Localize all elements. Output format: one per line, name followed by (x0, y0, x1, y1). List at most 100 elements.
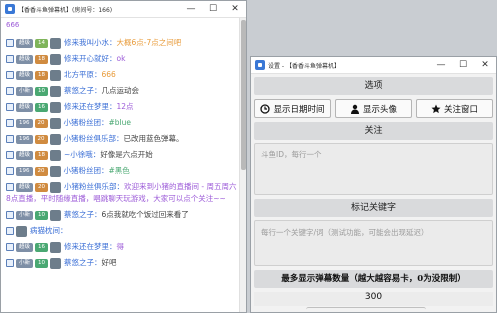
fan-level-badge: 20 (34, 166, 48, 176)
follow-window-button[interactable]: 关注窗口 (416, 99, 493, 118)
message-row: 小新 10 蔡悠之子：几点运动会 (1, 83, 241, 99)
avatar (50, 101, 62, 113)
message-row: 小新 10 蔡悠之子：6点我就吃个饭过回来看了 (1, 207, 241, 223)
message-text: 好吧 (101, 258, 117, 267)
avatar (49, 165, 61, 177)
sender-name: 蔡悠之子： (64, 86, 102, 95)
avatar (16, 225, 27, 237)
max-danmaku-input[interactable]: 300 (254, 292, 493, 306)
chat-window-title: 【香香斗鱼弹幕机】(房间号：166) (18, 6, 113, 14)
user-badge: 小新 (16, 210, 34, 220)
follow-header: 关注 (254, 122, 493, 140)
app-icon (5, 4, 15, 14)
close-button[interactable]: ✕ (224, 1, 246, 17)
scrollbar-thumb[interactable] (241, 20, 246, 170)
device-icon (6, 87, 14, 95)
follow-id-textarea[interactable]: 斗鱼ID，每行一个 (254, 143, 493, 195)
max-danmaku-header: 最多显示弹幕数量（越大越容易卡，0为没限制） (254, 270, 493, 288)
device-icon (6, 227, 14, 235)
user-badge: 超级 (16, 54, 34, 64)
user-badge: 超级 (16, 102, 34, 112)
sender-name: 修来开心就好： (64, 54, 117, 63)
message-text: 已改用蓝色弹幕。 (123, 134, 184, 143)
fan-level-badge: 20 (35, 182, 49, 192)
settings-window-title: 设置 - 【香香斗鱼弹幕机】 (268, 62, 340, 70)
user-badge: 超级 (16, 38, 34, 48)
sender-name: 北方平原： (64, 70, 102, 79)
message-text: 666 (6, 21, 20, 29)
user-badge: 超级 (16, 70, 34, 80)
fan-level-badge: 18 (35, 150, 49, 160)
fan-level-badge: 16 (35, 242, 49, 252)
user-badge: 小新 (16, 86, 34, 96)
message-row: 超级 18 修来开心就好：ok (1, 51, 241, 67)
fan-level-badge: 10 (35, 210, 49, 220)
settings-window: 设置 - 【香香斗鱼弹幕机】 — ☐ ✕ 选项 显示日期时间 显示头像 关注窗口… (250, 56, 497, 313)
maximize-button[interactable]: ☐ (452, 57, 474, 73)
message-row: 超级 18 ~小徐哦：好像是六点开始 (1, 147, 241, 163)
device-icon (6, 167, 14, 175)
message-row: 超级 20 小猪粉丝俱乐部：欢迎来到小猪的直播间 - 周五周六8点直播，平时随缘直播… (1, 179, 241, 207)
message-row: 超级 14 修来我叫小水：大概6点-7点之间吧 (1, 35, 241, 51)
options-button-row: 显示日期时间 显示头像 关注窗口 (254, 99, 493, 118)
device-icon (6, 119, 14, 127)
sender-name: 小猪粉丝俱乐部： (64, 182, 125, 191)
device-icon (6, 183, 14, 191)
message-row: 超级 18 北方平原：666 (1, 67, 241, 83)
show-datetime-button[interactable]: 显示日期时间 (254, 99, 331, 118)
device-icon (6, 135, 14, 143)
device-icon (6, 151, 14, 159)
user-badge: 小新 (16, 258, 34, 268)
avatar (50, 149, 62, 161)
fan-level-badge: 10 (35, 258, 49, 268)
sender-name: 小猪粉丝团： (63, 166, 109, 175)
sender-name: 小猪粉丝俱乐部： (63, 134, 124, 143)
message-row: 196 20 小猪粉丝俱乐部：已改用蓝色弹幕。 (1, 131, 241, 147)
user-badge: 196 (16, 166, 33, 176)
sender-name: 修来还在梦里： (64, 242, 117, 251)
avatar (50, 69, 62, 81)
user-badge: 超级 (16, 242, 34, 252)
sender-name: 蔡悠之子： (64, 210, 102, 219)
close-button[interactable]: ✕ (474, 57, 496, 73)
keyword-textarea[interactable]: 每行一个关键字/词（测试功能，可能会出现延迟） (254, 220, 493, 266)
show-datetime-label: 显示日期时间 (273, 104, 325, 115)
user-badge: 196 (16, 134, 33, 144)
sender-name: 蔡悠之子： (64, 258, 102, 267)
settings-titlebar: 设置 - 【香香斗鱼弹幕机】 — ☐ ✕ (251, 57, 496, 74)
settings-body: 选项 显示日期时间 显示头像 关注窗口 关注 斗鱼ID，每行一个 标记关键字 每… (251, 74, 496, 312)
message-text: #blue (108, 118, 132, 127)
message-text: #黑色 (108, 166, 130, 175)
fan-level-badge: 10 (35, 86, 49, 96)
message-text: 大概6点-7点之间吧 (116, 38, 182, 47)
sender-name: 病猫枕间： (30, 226, 68, 235)
device-icon (6, 55, 14, 63)
max-danmaku-slider[interactable] (306, 307, 426, 312)
message-row: 超级 16 修来还在梦里：得 (1, 239, 241, 255)
device-icon (6, 211, 14, 219)
device-icon (6, 259, 14, 267)
clock-icon (260, 103, 271, 114)
minimize-button[interactable]: — (180, 1, 202, 17)
chat-titlebar: 【香香斗鱼弹幕机】(房间号：166) — ☐ ✕ (1, 1, 246, 18)
avatar (49, 117, 61, 129)
minimize-button[interactable]: — (430, 57, 452, 73)
sender-name: 小猪粉丝团： (63, 118, 109, 127)
keyword-header: 标记关键字 (254, 199, 493, 217)
fan-level-badge: 16 (35, 102, 49, 112)
avatar (50, 241, 62, 253)
message-row: 196 20 小猪粉丝团：#黑色 (1, 163, 241, 179)
message-text: 6点我就吃个饭过回来看了 (101, 210, 189, 219)
device-icon (6, 103, 14, 111)
message-text: 好像是六点开始 (100, 150, 153, 159)
show-avatar-button[interactable]: 显示头像 (335, 99, 412, 118)
scrollbar[interactable] (239, 18, 246, 312)
star-icon (431, 104, 441, 113)
message-text: 12点 (116, 102, 134, 111)
avatar (50, 53, 62, 65)
message-list: 666 超级 14 修来我叫小水：大概6点-7点之间吧 超级 18 修来开心就好：ok 超级… (1, 18, 241, 312)
device-icon (6, 71, 14, 79)
maximize-button[interactable]: ☐ (202, 1, 224, 17)
fan-level-badge: 20 (34, 118, 48, 128)
message-row: 病猫枕间： (1, 223, 241, 239)
